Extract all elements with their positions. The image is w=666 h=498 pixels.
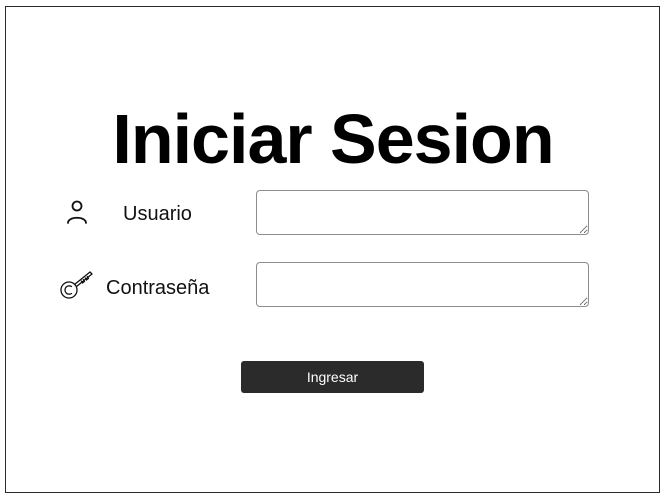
login-frame [5,6,660,493]
user-icon [67,200,87,224]
password-label: Contraseña [106,277,210,299]
page-title: Iniciar Sesion [112,99,554,178]
username-label: Usuario [123,203,192,225]
submit-button[interactable]: Ingresar [241,361,424,393]
key-icon [60,271,93,299]
username-field[interactable] [256,190,589,235]
password-field[interactable] [256,262,589,307]
